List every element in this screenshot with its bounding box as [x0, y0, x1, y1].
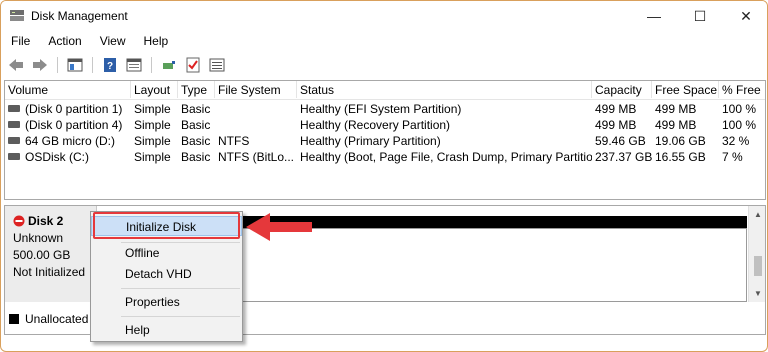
column-header-status[interactable]: Status — [297, 81, 592, 98]
column-header-file-system[interactable]: File System — [215, 81, 297, 98]
list-view-icon[interactable] — [206, 55, 228, 75]
cell-layout: Simple — [134, 118, 171, 132]
disk-status: Not Initialized — [13, 265, 86, 279]
cell-layout: Simple — [134, 102, 171, 116]
disk-context-menu: Initialize Disk Offline Detach VHD Prope… — [90, 211, 243, 342]
cell-percent-free: 7 % — [722, 150, 743, 164]
help-icon[interactable]: ? — [99, 55, 121, 75]
toolbar-separator — [57, 57, 58, 73]
disk-size: 500.00 GB — [13, 248, 71, 262]
column-header-type[interactable]: Type — [178, 81, 215, 98]
volume-icon — [8, 153, 20, 160]
cell-type: Basic — [181, 102, 211, 116]
column-header-percent-free[interactable]: % Free — [719, 81, 765, 98]
cell-volume: (Disk 0 partition 1) — [25, 102, 123, 116]
annotation-arrow-icon — [246, 213, 312, 241]
scroll-thumb[interactable] — [754, 256, 762, 276]
connect-icon[interactable] — [158, 55, 180, 75]
column-header-layout[interactable]: Layout — [131, 81, 178, 98]
title-bar: Disk Management — ☐ ✕ — [1, 1, 767, 31]
menu-item-help[interactable]: Help — [91, 320, 242, 340]
cell-percent-free: 100 % — [722, 118, 757, 132]
cell-layout: Simple — [134, 150, 171, 164]
column-header-row: Volume Layout Type File System Status Ca… — [5, 81, 765, 100]
maximize-button[interactable]: ☐ — [677, 1, 723, 31]
cell-free-space: 16.55 GB — [655, 150, 706, 164]
menu-help[interactable]: Help — [134, 32, 177, 52]
cell-capacity: 499 MB — [595, 118, 637, 132]
console-tree-icon[interactable] — [64, 55, 86, 75]
disk-type: Unknown — [13, 231, 64, 245]
cell-free-space: 499 MB — [655, 118, 697, 132]
properties-icon[interactable] — [123, 55, 145, 75]
column-header-volume[interactable]: Volume — [5, 81, 131, 98]
cell-type: Basic — [181, 134, 211, 148]
back-arrow-icon[interactable] — [5, 55, 27, 75]
checklist-icon[interactable] — [182, 55, 204, 75]
menu-action[interactable]: Action — [38, 32, 89, 52]
cell-status: Healthy (Primary Partition) — [300, 134, 441, 148]
menu-separator — [121, 316, 240, 317]
menu-separator — [121, 288, 240, 289]
cell-capacity: 59.46 GB — [595, 134, 646, 148]
menu-item-detach-vhd[interactable]: Detach VHD — [91, 264, 242, 284]
table-row[interactable]: OSDisk (C:) Simple Basic NTFS (BitLo... … — [5, 149, 765, 165]
cell-volume: (Disk 0 partition 4) — [25, 118, 123, 132]
scroll-down-icon[interactable]: ▼ — [754, 289, 762, 298]
cell-volume: 64 GB micro (D:) — [25, 134, 116, 148]
cell-type: Basic — [181, 118, 211, 132]
menu-item-properties[interactable]: Properties — [91, 292, 242, 312]
cell-status: Healthy (Recovery Partition) — [300, 118, 451, 132]
cell-volume: OSDisk (C:) — [25, 150, 89, 164]
forward-arrow-icon[interactable] — [29, 55, 51, 75]
cell-percent-free: 32 % — [722, 134, 750, 148]
disk-name-label: Disk 2 — [28, 214, 64, 228]
menu-item-offline[interactable]: Offline — [91, 243, 242, 263]
toolbar-separator — [92, 57, 93, 73]
disk-error-icon — [13, 215, 25, 227]
disk-management-app-icon — [10, 10, 24, 21]
cell-status: Healthy (Boot, Page File, Crash Dump, Pr… — [300, 150, 592, 164]
disk-management-window: Disk Management — ☐ ✕ File Action View H… — [0, 0, 768, 352]
disk-name: Disk 2 — [13, 214, 96, 228]
volume-list: Volume Layout Type File System Status Ca… — [4, 80, 766, 200]
volume-icon — [8, 137, 20, 144]
unallocated-bar — [242, 216, 747, 228]
table-row[interactable]: (Disk 0 partition 4) Simple Basic Health… — [5, 117, 765, 133]
table-row[interactable]: (Disk 0 partition 1) Simple Basic Health… — [5, 101, 765, 117]
column-header-free-space[interactable]: Free Space — [652, 81, 719, 98]
disk-2-info[interactable]: Disk 2 Unknown 500.00 GB Not Initialized — [5, 206, 97, 302]
minimize-button[interactable]: — — [631, 1, 677, 31]
menu-file[interactable]: File — [1, 32, 38, 52]
volume-icon — [8, 121, 20, 128]
cell-file-system: NTFS (BitLo... — [218, 150, 295, 164]
scroll-up-icon[interactable]: ▲ — [754, 210, 762, 219]
unallocated-swatch — [9, 314, 19, 324]
unallocated-region[interactable] — [242, 228, 747, 302]
volume-icon — [8, 105, 20, 112]
close-button[interactable]: ✕ — [723, 1, 767, 31]
cell-capacity: 499 MB — [595, 102, 637, 116]
column-header-capacity[interactable]: Capacity — [592, 81, 652, 98]
cell-capacity: 237.37 GB — [595, 150, 652, 164]
cell-free-space: 499 MB — [655, 102, 697, 116]
cell-percent-free: 100 % — [722, 102, 757, 116]
vertical-scrollbar[interactable]: ▲ ▼ — [748, 206, 765, 302]
window-title: Disk Management — [31, 9, 128, 23]
menu-view[interactable]: View — [90, 32, 134, 52]
menu-item-initialize-disk[interactable]: Initialize Disk — [91, 216, 242, 236]
cell-file-system: NTFS — [218, 134, 250, 148]
menu-bar: File Action View Help — [1, 32, 767, 52]
cell-layout: Simple — [134, 134, 171, 148]
cell-free-space: 19.06 GB — [655, 134, 706, 148]
toolbar: ? — [1, 53, 767, 77]
cell-status: Healthy (EFI System Partition) — [300, 102, 462, 116]
svg-text:?: ? — [107, 61, 113, 72]
toolbar-separator — [151, 57, 152, 73]
cell-type: Basic — [181, 150, 211, 164]
legend-unallocated-label: Unallocated — [25, 312, 89, 326]
table-row[interactable]: 64 GB micro (D:) Simple Basic NTFS Healt… — [5, 133, 765, 149]
